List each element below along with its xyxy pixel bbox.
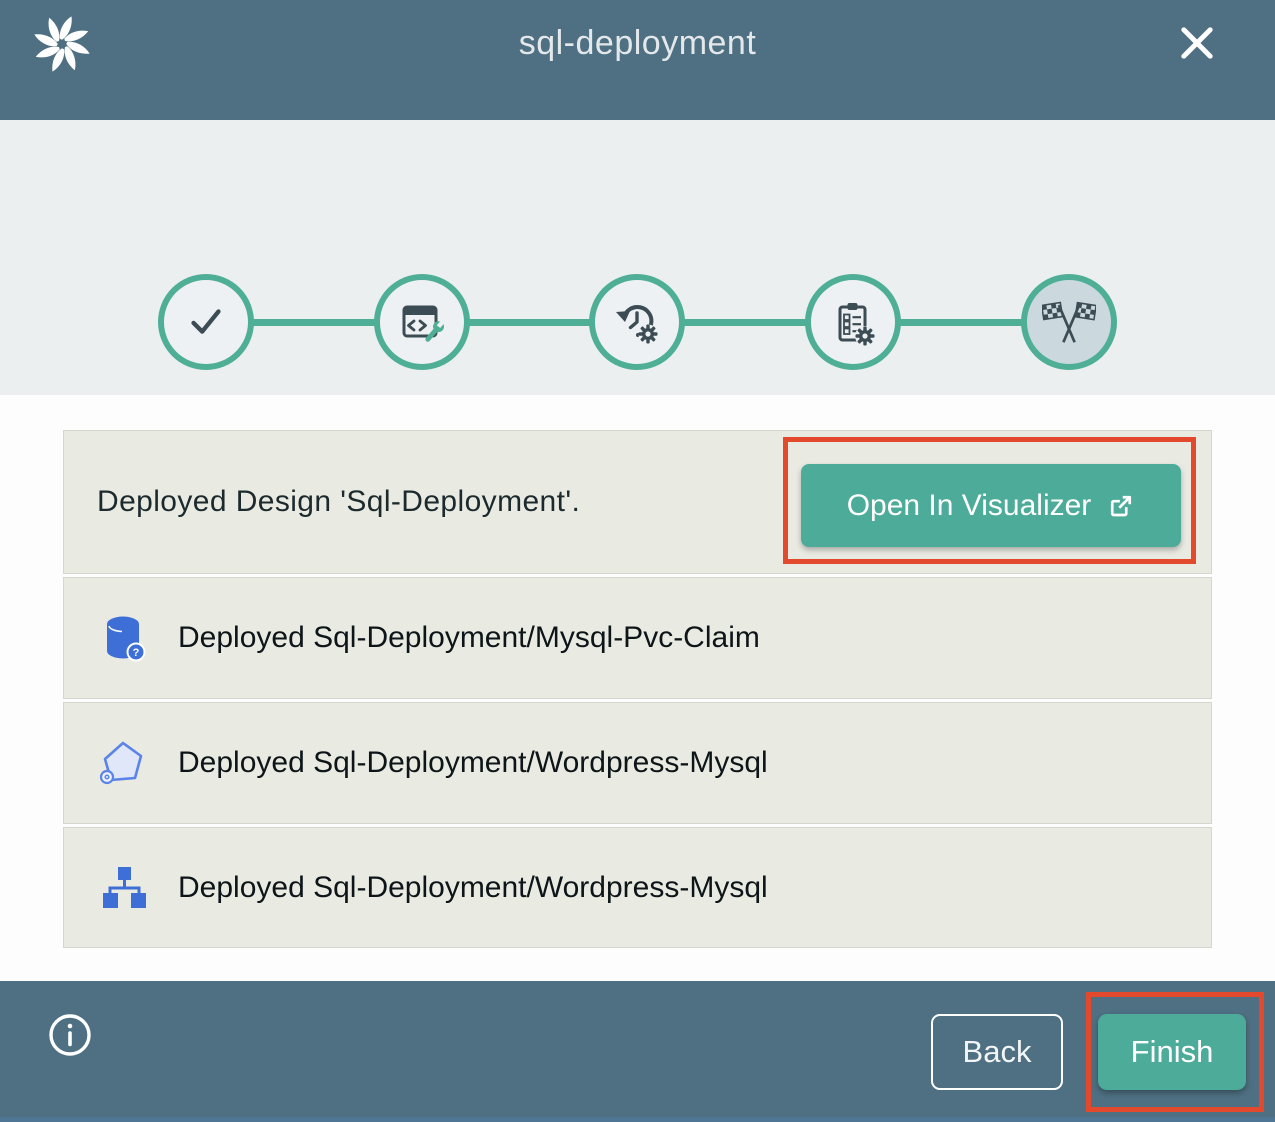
close-icon — [1175, 21, 1219, 65]
deployed-resource-text: Deployed Sql-Deployment/Wordpress-Mysql — [178, 871, 768, 905]
workload-tree-icon — [98, 862, 150, 914]
deployed-resource-row: ? Deployed Sql-Deployment/Mysql-Pvc-Clai… — [63, 577, 1212, 699]
step-validate-design[interactable] — [158, 274, 254, 370]
info-icon — [48, 1013, 92, 1057]
deployed-design-row: Deployed Design 'Sql-Deployment'. Open I… — [63, 430, 1212, 574]
info-button[interactable] — [48, 1013, 92, 1057]
code-tools-icon — [398, 298, 446, 346]
deployed-resource-text: Deployed Sql-Deployment/Wordpress-Mysql — [178, 746, 768, 780]
finish-flags-icon — [1042, 295, 1096, 349]
dialog-title: sql-deployment — [0, 24, 1275, 63]
dialog-header: sql-deployment — [0, 0, 1275, 120]
deployment-stepper: Validate Design Identify Environments Dr… — [0, 120, 1275, 395]
sync-gear-icon — [613, 298, 661, 346]
step-dry-run[interactable] — [589, 274, 685, 370]
step-finalize-deployment[interactable] — [805, 274, 901, 370]
checklist-gear-icon — [829, 298, 877, 346]
check-icon — [183, 299, 229, 345]
step-finish[interactable] — [1021, 274, 1117, 370]
svg-text:?: ? — [133, 647, 140, 659]
deployed-resource-row: Deployed Sql-Deployment/Wordpress-Mysql — [63, 702, 1212, 824]
dialog-footer: Back Finish — [0, 981, 1275, 1117]
deployment-wizard-dialog: sql-deployment — [0, 0, 1275, 1122]
deployed-design-message: Deployed Design 'Sql-Deployment'. — [97, 485, 580, 519]
deployment-results: Deployed Design 'Sql-Deployment'. Open I… — [0, 395, 1275, 981]
deployed-resource-row: Deployed Sql-Deployment/Wordpress-Mysql — [63, 827, 1212, 948]
service-pentagon-icon — [98, 737, 150, 789]
close-button[interactable] — [1168, 14, 1226, 72]
deployed-resource-text: Deployed Sql-Deployment/Mysql-Pvc-Claim — [178, 621, 760, 655]
bottom-edge-strip — [0, 1117, 1275, 1122]
step-identify-environments[interactable] — [374, 274, 470, 370]
back-button[interactable]: Back — [931, 1014, 1063, 1090]
open-in-visualizer-label: Open In Visualizer — [847, 489, 1092, 523]
external-link-icon — [1107, 492, 1135, 520]
finish-button[interactable]: Finish — [1098, 1014, 1246, 1090]
database-icon: ? — [98, 612, 150, 664]
open-in-visualizer-button[interactable]: Open In Visualizer — [801, 464, 1181, 547]
